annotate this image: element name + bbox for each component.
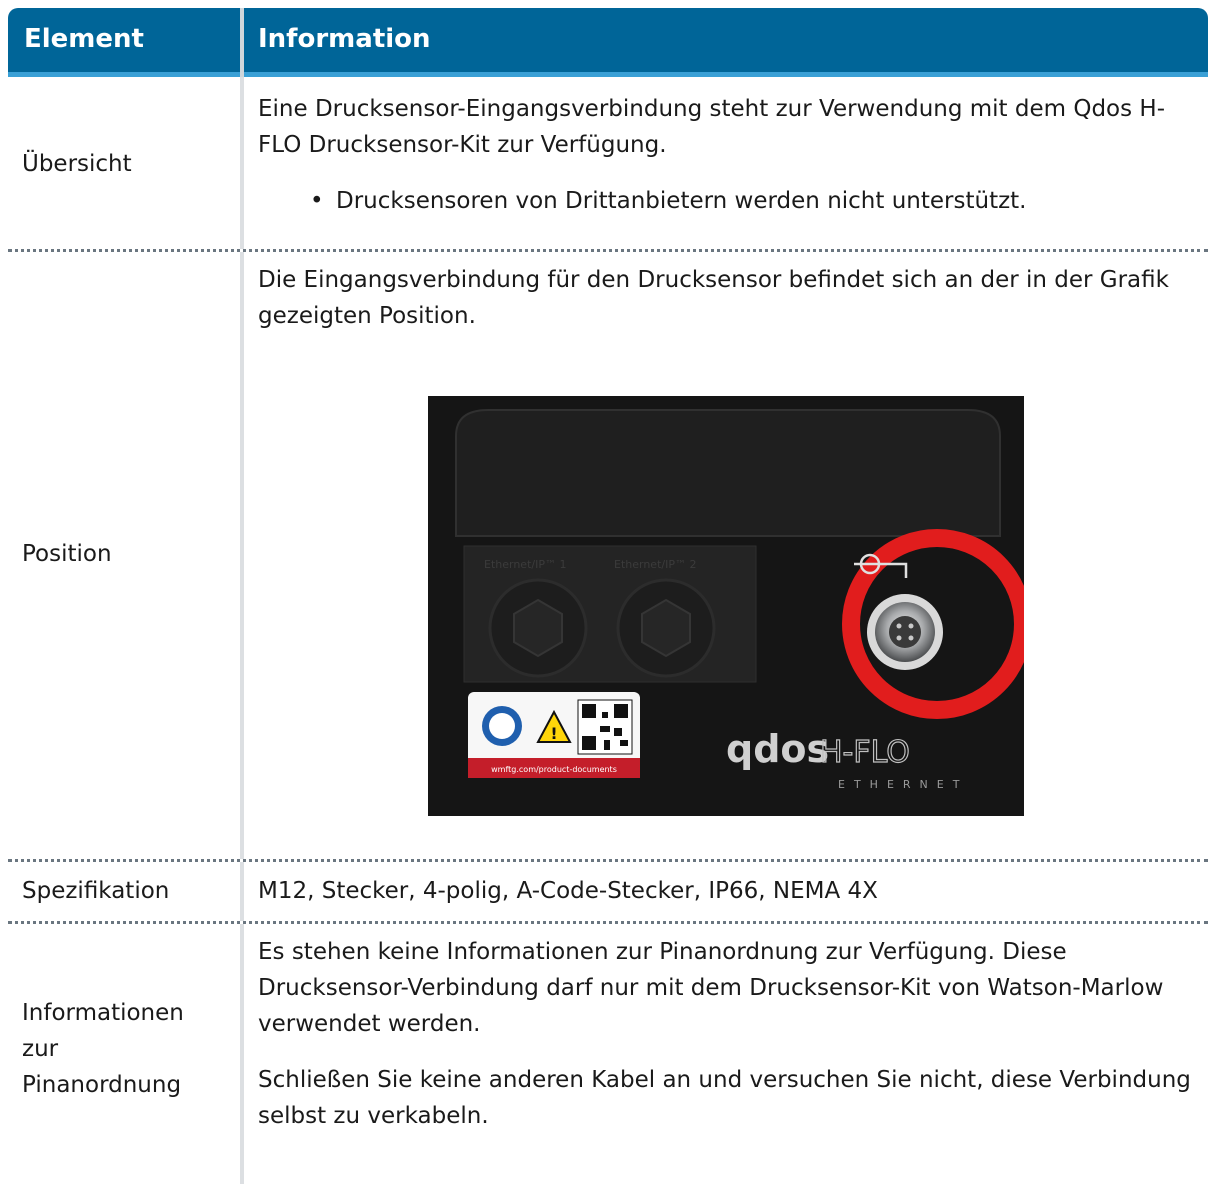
- header-element: Element: [24, 24, 144, 54]
- spec-table: Element Information Übersicht Eine Druck…: [8, 8, 1208, 1184]
- row-content-pinout: Es stehen keine Informationen zur Pinano…: [258, 934, 1198, 1134]
- model-logo: H-FLO: [820, 735, 910, 770]
- table-row-pinout: Informationen zur Pinanordnung Es stehen…: [8, 924, 1208, 1184]
- header-information: Information: [258, 24, 431, 54]
- svg-text:!: !: [550, 724, 557, 743]
- column-divider: [240, 252, 244, 859]
- port2-label: Ethernet/IP™ 2: [614, 558, 696, 571]
- row-label-specification: Spezifikation: [22, 878, 170, 904]
- specification-paragraph: M12, Stecker, 4-polig, A-Code-Stecker, I…: [258, 878, 878, 904]
- row-label-position: Position: [22, 541, 112, 567]
- column-divider: [240, 77, 244, 249]
- row-label-pinout: Informationen zur Pinanordnung: [22, 1000, 184, 1098]
- row-content-overview: Eine Drucksensor-Eingangsverbindung steh…: [258, 91, 1198, 219]
- table-row-overview: Übersicht Eine Drucksensor-Eingangsverbi…: [8, 77, 1208, 252]
- overview-paragraph: Eine Drucksensor-Eingangsverbindung steh…: [258, 96, 1166, 158]
- row-content-specification: M12, Stecker, 4-polig, A-Code-Stecker, I…: [258, 873, 1198, 909]
- sticker-url: wmftg.com/product-documents: [491, 765, 617, 774]
- column-divider: [240, 924, 244, 1184]
- device-illustration: Ethernet/IP™ 1 Ethernet/IP™ 2 ! wmftg.co…: [428, 396, 1024, 816]
- row-content-position: Die Eingangsverbindung für den Drucksens…: [258, 262, 1198, 334]
- position-paragraph: Die Eingangsverbindung für den Drucksens…: [258, 267, 1169, 329]
- column-divider: [240, 862, 244, 921]
- device-photo: Ethernet/IP™ 1 Ethernet/IP™ 2 ! wmftg.co…: [428, 396, 1024, 816]
- table-row-position: Position Die Eingangsverbindung für den …: [8, 252, 1208, 862]
- overview-bullet: Drucksensoren von Drittanbietern werden …: [258, 183, 1198, 219]
- table-header: Element Information: [8, 8, 1208, 77]
- pinout-paragraph-1: Es stehen keine Informationen zur Pinano…: [258, 939, 1164, 1037]
- pinout-paragraph-2: Schließen Sie keine anderen Kabel an und…: [258, 1067, 1191, 1129]
- subtitle-logo: ETHERNET: [838, 778, 968, 791]
- row-label-overview: Übersicht: [22, 151, 132, 177]
- brand-logo: qdos: [726, 727, 829, 771]
- header-column-divider: [240, 8, 244, 77]
- port1-label: Ethernet/IP™ 1: [484, 558, 566, 571]
- table-row-specification: Spezifikation M12, Stecker, 4-polig, A-C…: [8, 862, 1208, 924]
